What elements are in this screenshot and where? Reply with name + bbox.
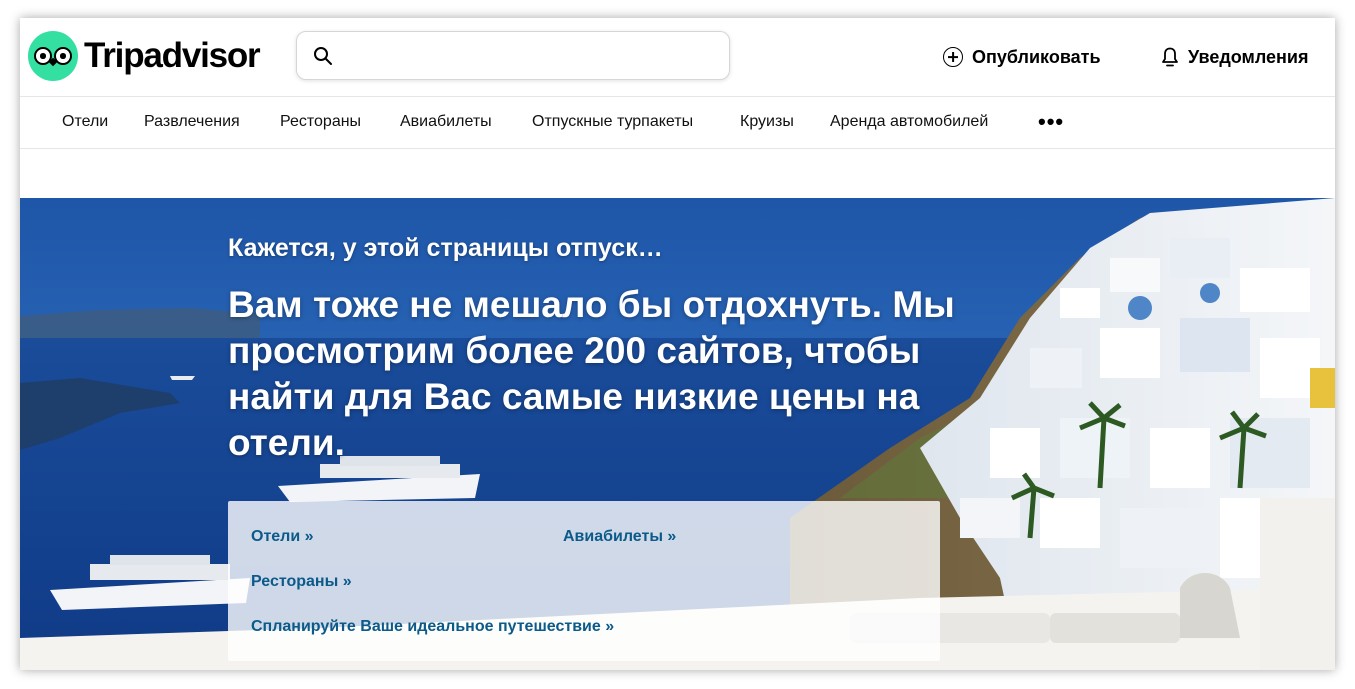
publish-label: Опубликовать bbox=[972, 46, 1101, 67]
tripadvisor-logo[interactable]: Tripadvisor bbox=[28, 31, 261, 81]
nav-item-cruises[interactable]: Круизы bbox=[740, 113, 794, 131]
nav-item-flights[interactable]: Авиабилеты bbox=[400, 113, 492, 131]
nav-item-hotels[interactable]: Отели bbox=[62, 113, 108, 131]
logo-text: Tripadvisor bbox=[84, 36, 261, 75]
nav-item-vacation-packages[interactable]: Отпускные турпакеты bbox=[532, 113, 693, 131]
plus-circle-icon bbox=[943, 47, 963, 67]
category-nav: Отели Развлечения Рестораны Авиабилеты О… bbox=[20, 96, 1335, 149]
hero-links-panel: Отели » Авиабилеты » Рестораны » Спланир… bbox=[228, 501, 940, 661]
nav-item-attractions[interactable]: Развлечения bbox=[144, 113, 240, 131]
nav-item-car-rental[interactable]: Аренда автомобилей bbox=[830, 113, 988, 131]
owl-logo-icon bbox=[28, 31, 78, 81]
notifications-label: Уведомления bbox=[1188, 46, 1309, 67]
link-plan-trip[interactable]: Спланируйте Ваше идеальное путешествие » bbox=[251, 618, 614, 636]
more-dots-icon[interactable]: ••• bbox=[1038, 111, 1064, 133]
link-flights[interactable]: Авиабилеты » bbox=[563, 528, 676, 546]
bell-icon bbox=[1162, 47, 1178, 67]
site-header: Tripadvisor Опубликовать Уведомления bbox=[20, 18, 1335, 97]
link-hotels[interactable]: Отели » bbox=[251, 528, 314, 546]
notifications-button[interactable]: Уведомления bbox=[1161, 44, 1309, 70]
search-input[interactable] bbox=[345, 40, 719, 74]
link-restaurants[interactable]: Рестораны » bbox=[251, 573, 352, 591]
browser-viewport: Tripadvisor Опубликовать Уведомления Оте… bbox=[20, 18, 1335, 670]
search-box[interactable] bbox=[296, 31, 730, 80]
hero-banner: Кажется, у этой страницы отпуск… Вам тож… bbox=[20, 198, 1335, 670]
hero-headline: Вам тоже не мешало бы отдохнуть. Мы прос… bbox=[228, 284, 955, 463]
publish-button[interactable]: Опубликовать bbox=[943, 44, 1101, 70]
search-icon bbox=[314, 47, 332, 65]
nav-item-restaurants[interactable]: Рестораны bbox=[280, 113, 361, 131]
hero-kicker: Кажется, у этой страницы отпуск… bbox=[228, 234, 663, 262]
